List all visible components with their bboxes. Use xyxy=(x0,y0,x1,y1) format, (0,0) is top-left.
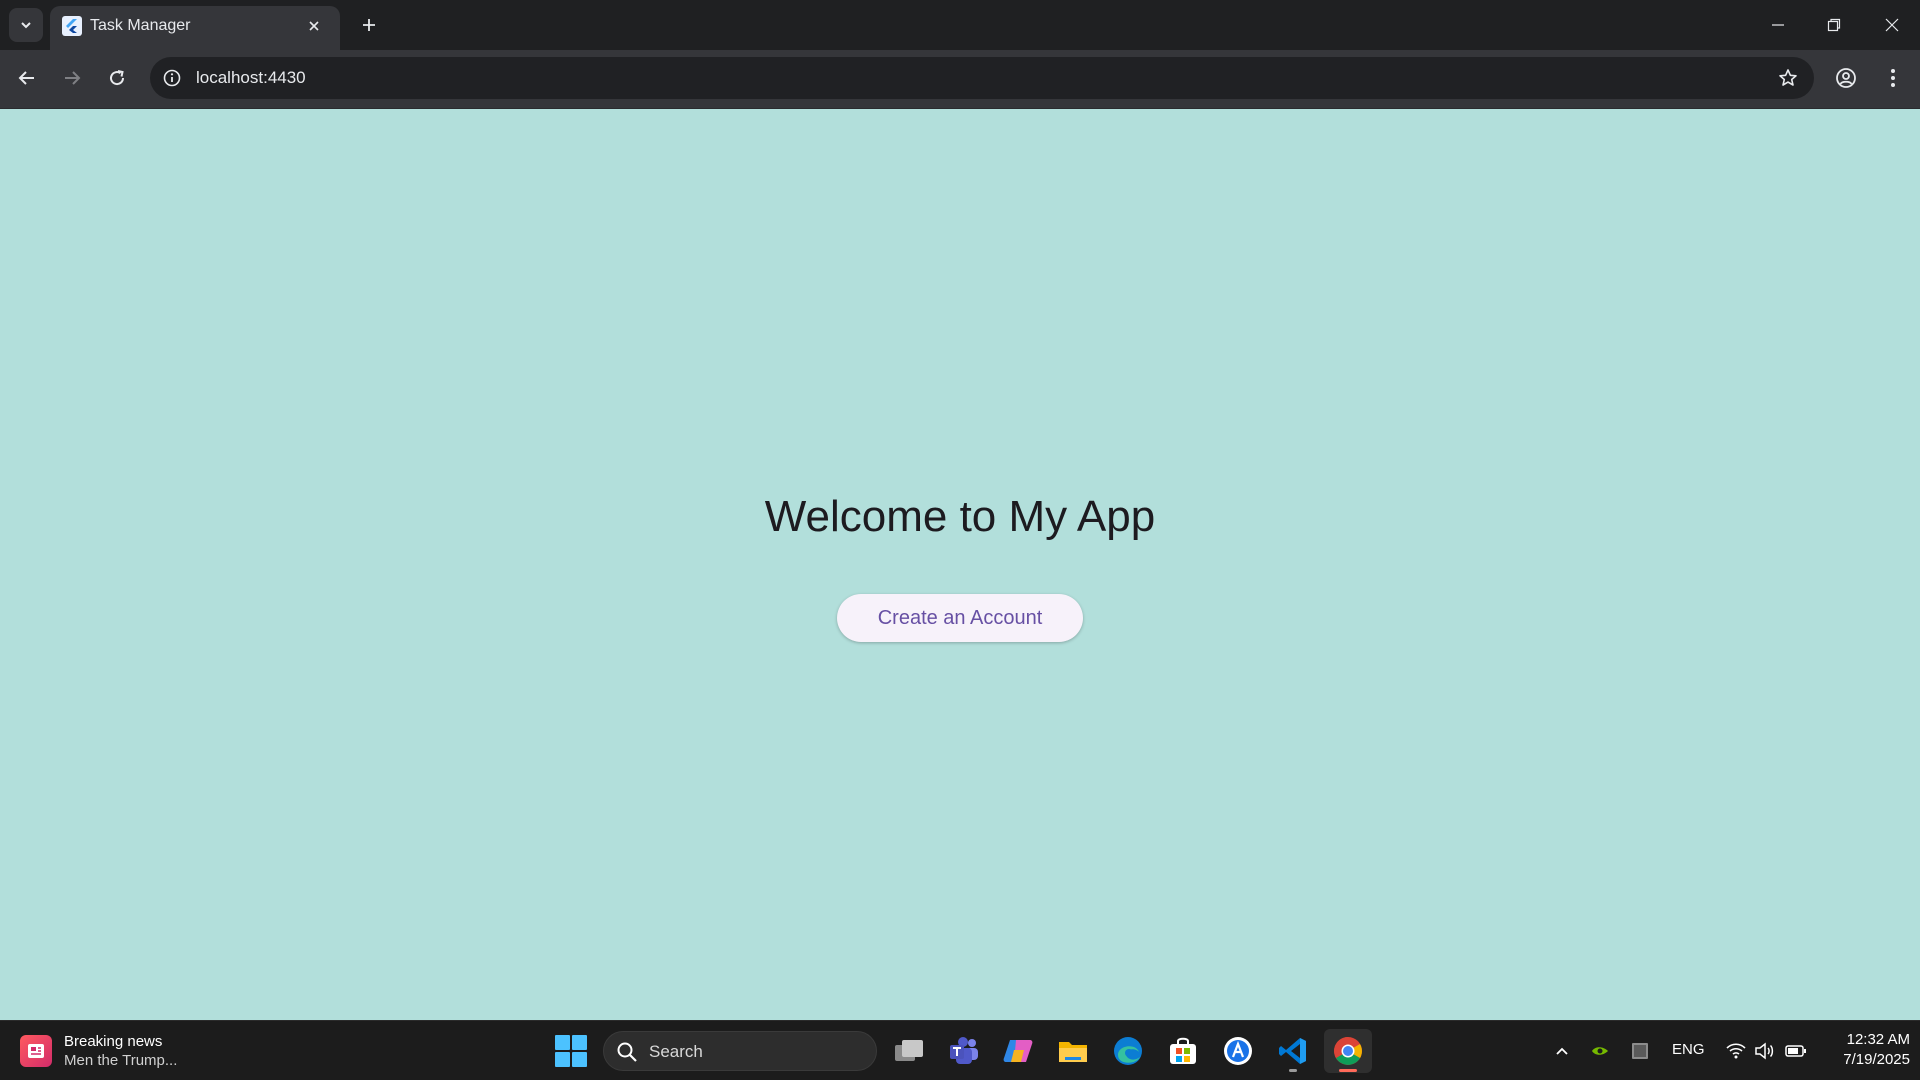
arrow-right-icon xyxy=(65,71,81,85)
microsoft-store-icon xyxy=(1170,1037,1196,1064)
bookmark-button[interactable] xyxy=(1776,66,1800,90)
vscode-button[interactable] xyxy=(1269,1029,1317,1073)
reload-button[interactable] xyxy=(99,60,135,96)
news-subtitle: Men the Trump... xyxy=(64,1052,178,1069)
forward-button[interactable] xyxy=(54,60,90,96)
windows-logo-pane xyxy=(572,1035,587,1050)
browser-menu-button[interactable] xyxy=(1875,60,1911,96)
profile-button[interactable] xyxy=(1828,60,1864,96)
site-info-button[interactable] xyxy=(160,66,184,90)
edge-icon xyxy=(1114,1037,1142,1065)
browser-tab-strip: Task Manager xyxy=(0,0,1920,50)
nvidia-icon xyxy=(1592,1047,1608,1055)
close-icon xyxy=(309,21,319,31)
new-tab-button[interactable] xyxy=(352,8,386,42)
teams-icon xyxy=(950,1037,978,1064)
file-explorer-icon xyxy=(1059,1042,1087,1062)
create-account-button[interactable]: Create an Account xyxy=(837,594,1083,642)
chevron-down-icon xyxy=(21,22,31,29)
vscode-icon xyxy=(1279,1038,1306,1064)
task-view-icon xyxy=(895,1040,923,1061)
file-explorer-button[interactable] xyxy=(1049,1029,1097,1073)
windows-taskbar: Breaking news Men the Trump... Search EN… xyxy=(0,1020,1920,1080)
display-tray-button[interactable] xyxy=(1628,1039,1652,1063)
chevron-up-icon xyxy=(1556,1047,1568,1055)
star-icon xyxy=(1779,69,1797,86)
running-indicator xyxy=(1289,1069,1297,1072)
tab-title: Task Manager xyxy=(90,17,191,34)
browser-toolbar: localhost:4430 xyxy=(0,50,1920,109)
windows-logo-pane xyxy=(572,1052,587,1067)
flutter-icon xyxy=(62,16,82,36)
browser-tab[interactable]: Task Manager xyxy=(50,6,340,50)
nvidia-tray-button[interactable] xyxy=(1588,1039,1612,1063)
url-text[interactable]: localhost:4430 xyxy=(196,68,306,88)
system-clock[interactable]: 12:32 AM 7/19/2025 xyxy=(1810,1030,1910,1070)
windows-logo-pane xyxy=(555,1052,570,1067)
page-heading: Welcome to My App xyxy=(764,492,1156,541)
microsoft-store-button[interactable] xyxy=(1159,1029,1207,1073)
edge-button[interactable] xyxy=(1104,1029,1152,1073)
volume-button[interactable] xyxy=(1752,1039,1776,1063)
restore-button[interactable] xyxy=(1806,0,1862,50)
teams-button[interactable] xyxy=(940,1029,988,1073)
chrome-button[interactable] xyxy=(1324,1029,1372,1073)
wifi-button[interactable] xyxy=(1724,1039,1748,1063)
display-icon xyxy=(1632,1043,1648,1059)
kebab-menu-icon xyxy=(1891,69,1895,87)
info-icon xyxy=(163,69,181,87)
news-title: Breaking news xyxy=(64,1033,163,1050)
app-button[interactable] xyxy=(1214,1029,1262,1073)
clock-date: 7/19/2025 xyxy=(1843,1051,1910,1068)
wifi-icon xyxy=(1726,1043,1746,1059)
minimize-button[interactable] xyxy=(1750,0,1806,50)
battery-icon xyxy=(1785,1045,1806,1057)
taskbar-search[interactable]: Search xyxy=(603,1031,877,1071)
tab-close-button[interactable] xyxy=(302,14,326,38)
news-widget[interactable]: Breaking news Men the Trump... xyxy=(20,1029,177,1073)
copilot-button[interactable] xyxy=(994,1029,1042,1073)
active-indicator xyxy=(1339,1069,1357,1072)
account-icon xyxy=(1836,68,1856,88)
arrow-left-icon xyxy=(18,71,34,85)
start-button[interactable] xyxy=(555,1035,587,1067)
app-page: Welcome to My App Create an Account xyxy=(0,109,1920,1020)
close-icon xyxy=(1885,18,1899,32)
search-icon xyxy=(617,1042,637,1062)
back-button[interactable] xyxy=(9,60,45,96)
task-view-button[interactable] xyxy=(885,1029,933,1073)
restore-icon xyxy=(1827,18,1841,32)
news-icon xyxy=(20,1035,52,1067)
battery-button[interactable] xyxy=(1784,1039,1808,1063)
app-icon xyxy=(1224,1037,1252,1065)
windows-logo-pane xyxy=(555,1035,570,1050)
language-indicator[interactable]: ENG xyxy=(1672,1041,1705,1058)
chrome-icon xyxy=(1334,1037,1362,1065)
reload-icon xyxy=(110,70,125,86)
volume-icon xyxy=(1755,1042,1774,1060)
tab-search-button[interactable] xyxy=(9,8,43,42)
plus-icon xyxy=(363,19,375,31)
minimize-icon xyxy=(1772,24,1784,26)
clock-time: 12:32 AM xyxy=(1846,1031,1910,1048)
show-hidden-icons-button[interactable] xyxy=(1550,1039,1574,1063)
copilot-icon xyxy=(1003,1040,1033,1062)
search-placeholder: Search xyxy=(649,1042,703,1061)
close-window-button[interactable] xyxy=(1864,0,1920,50)
address-bar[interactable]: localhost:4430 xyxy=(150,57,1814,99)
